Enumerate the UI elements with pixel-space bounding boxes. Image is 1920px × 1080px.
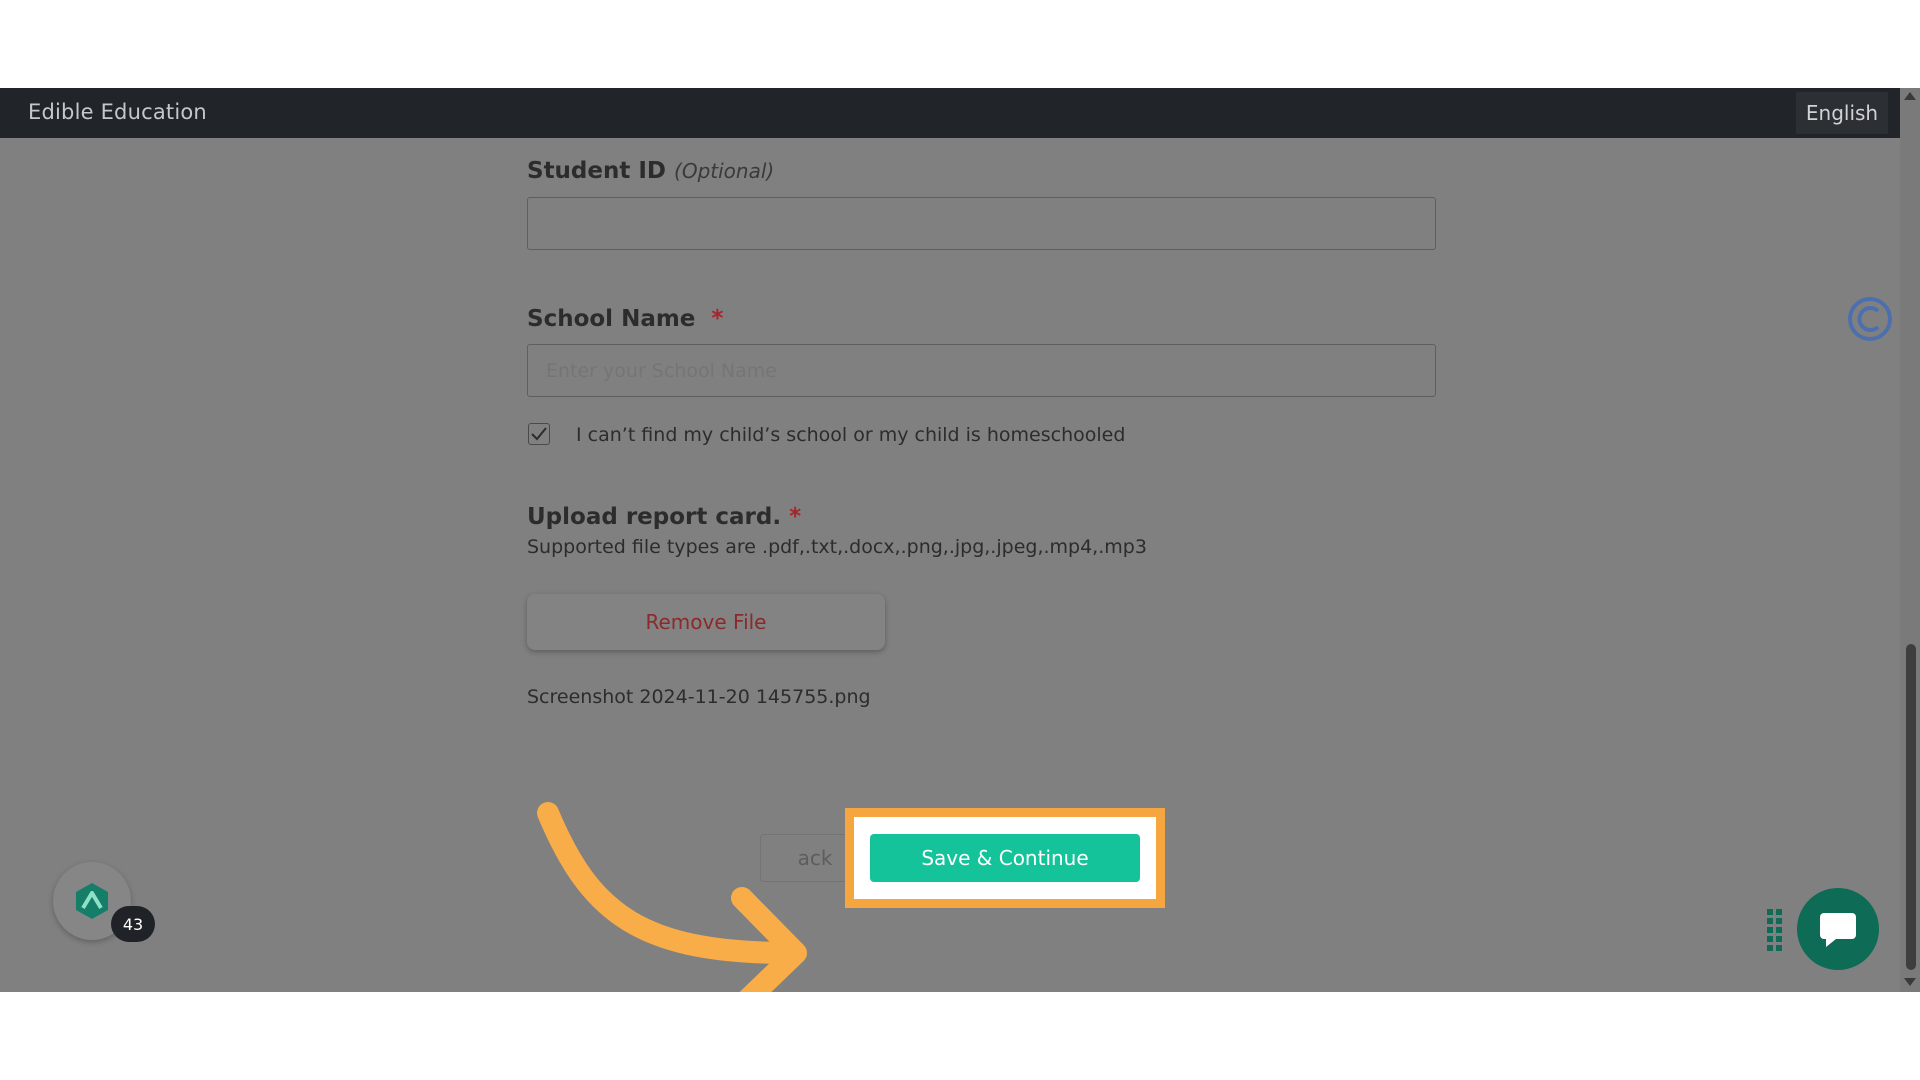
checkmark-icon [531,427,547,441]
chat-button[interactable] [1797,888,1879,970]
page-viewport: Edible Education English Student ID (Opt… [0,88,1920,992]
upload-label-text: Upload report card. [527,504,782,530]
chat-bubble-icon [1820,913,1856,947]
upload-required-asterisk: * [789,504,802,530]
scroll-up-arrow-icon[interactable] [1904,92,1916,100]
brand-title[interactable]: Edible Education [28,100,207,124]
curved-arrow-icon [537,802,807,992]
supported-filetypes-text: Supported file types are .pdf,.txt,.docx… [527,536,1147,558]
student-id-input[interactable] [527,197,1436,250]
notification-count-badge: 43 [111,906,155,942]
scrollbar-thumb[interactable] [1906,644,1916,970]
remove-file-button[interactable]: Remove File [527,594,885,650]
drag-dots-icon[interactable] [1766,908,1784,954]
uploaded-filename: Screenshot 2024-11-20 145755.png [527,686,871,708]
language-selector[interactable]: English [1796,92,1888,134]
c-logo-icon[interactable] [1847,296,1893,342]
optional-tag: (Optional) [674,159,775,183]
scroll-down-arrow-icon[interactable] [1904,978,1916,986]
top-navbar: Edible Education English [0,88,1900,138]
school-name-label-text: School Name [527,306,696,332]
required-asterisk: * [711,306,724,332]
student-id-label: Student ID (Optional) [527,158,774,184]
student-id-label-text: Student ID [527,158,667,184]
school-name-input[interactable] [527,344,1436,397]
hexagon-logo-icon [76,883,108,919]
school-name-label: School Name * [527,306,723,332]
save-continue-button[interactable]: Save & Continue [870,834,1140,882]
homeschool-checkbox[interactable] [528,423,550,445]
homeschool-checkbox-label[interactable]: I can’t find my child’s school or my chi… [576,424,1125,446]
upload-label: Upload report card. * [527,504,801,530]
page-scrollbar[interactable] [1900,88,1920,992]
